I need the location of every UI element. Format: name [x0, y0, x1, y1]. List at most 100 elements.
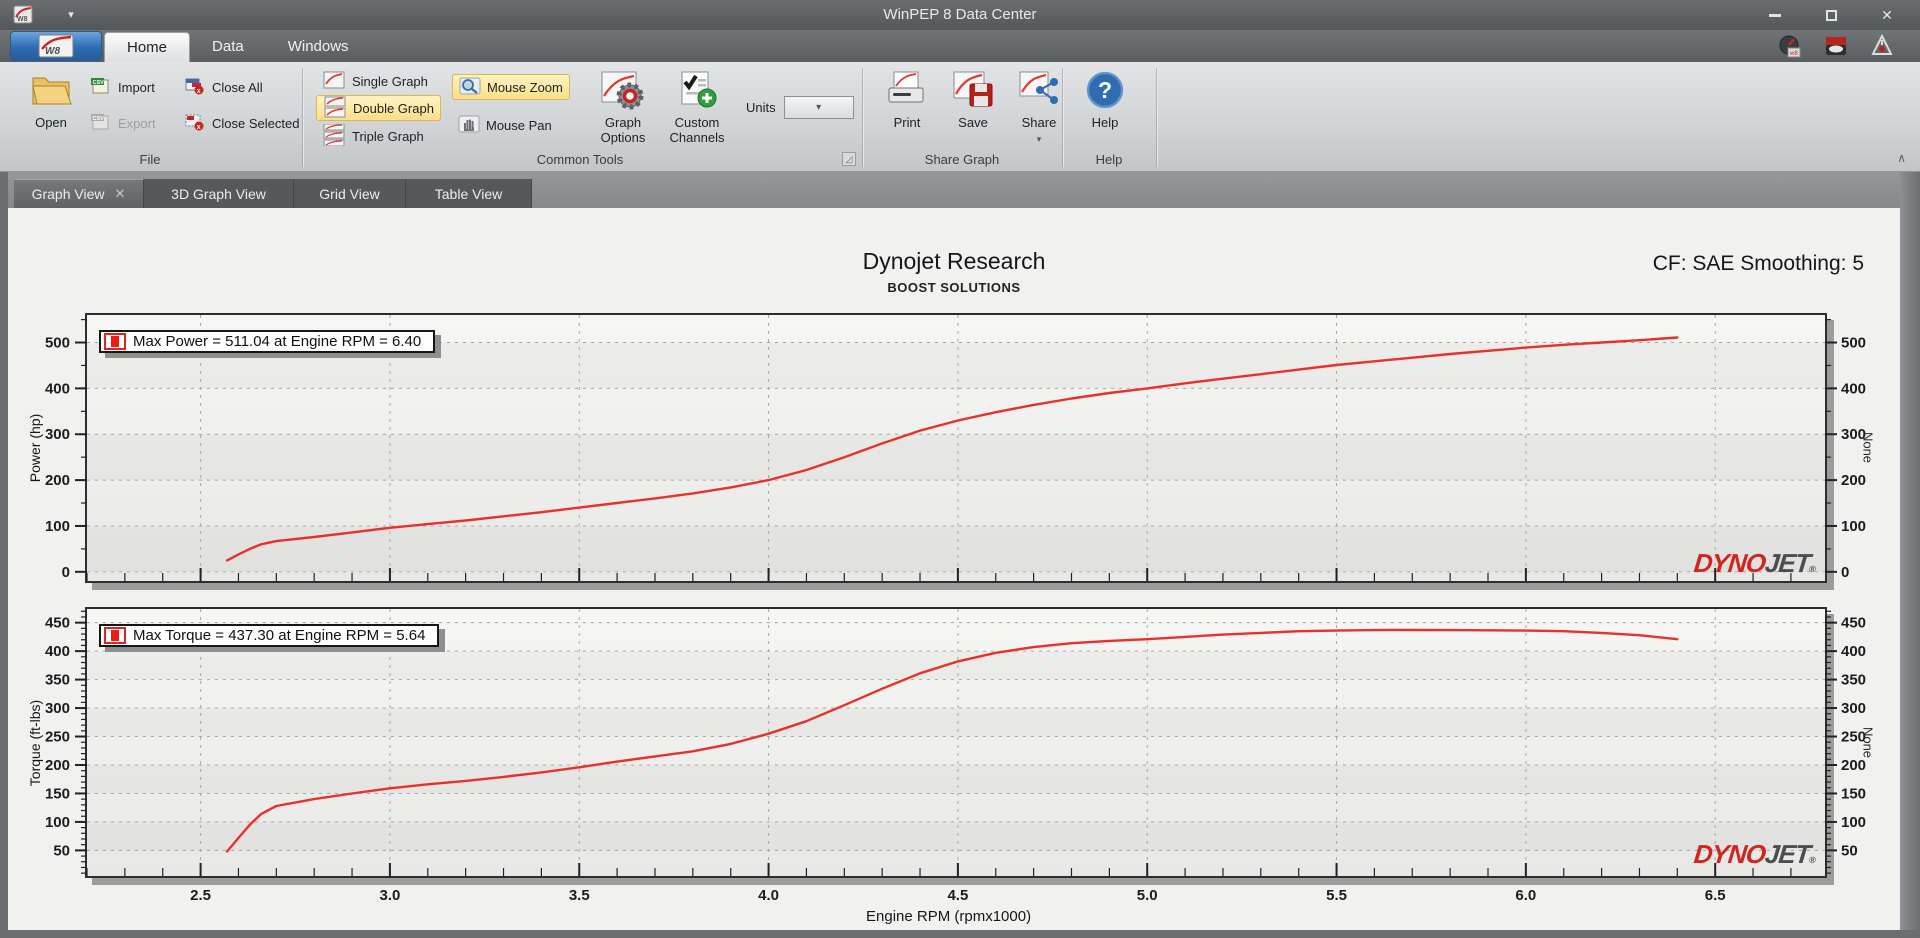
custom-channels-button[interactable]: Custom Channels: [666, 70, 728, 145]
printer-icon: [876, 70, 938, 112]
save-button[interactable]: Save: [942, 70, 1004, 130]
import-button[interactable]: CSV Import: [84, 74, 161, 100]
svg-text:x: x: [197, 124, 201, 131]
window-frame: [0, 930, 1920, 938]
torque-right-axis-title: None: [1860, 726, 1876, 759]
ribbon-collapse-icon[interactable]: ∧: [1897, 151, 1906, 165]
application-button[interactable]: W8: [10, 31, 102, 61]
y-tick-label: 300: [1841, 700, 1866, 717]
power-plot[interactable]: Max Power = 511.04 at Engine RPM = 6.40 …: [45, 313, 1866, 583]
graph-options-button[interactable]: Graph Options: [592, 70, 654, 145]
y-tick-label: 400: [1841, 643, 1866, 660]
tab-close-icon[interactable]: ✕: [115, 186, 126, 202]
y-tick-label: 0: [62, 564, 70, 581]
share-icon: [1008, 70, 1070, 112]
y-tick-label: 400: [1841, 380, 1866, 397]
power-axis-title: Power (hp): [27, 413, 43, 483]
close-selected-icon: x: [184, 112, 206, 135]
chevron-down-icon: ▾: [816, 102, 822, 113]
open-folder-icon: [20, 70, 82, 112]
triple-graph-button[interactable]: Triple Graph: [316, 123, 430, 149]
single-graph-button[interactable]: Single Graph: [316, 68, 434, 94]
dyno-title: Dynojet Research: [862, 248, 1046, 274]
power-legend: Max Power = 511.04 at Engine RPM = 6.40: [99, 330, 436, 353]
open-button[interactable]: Open: [20, 70, 82, 130]
correction-factor-label: CF: SAE Smoothing: 5: [1652, 252, 1864, 275]
share-button[interactable]: Share ▾: [1008, 70, 1070, 147]
device-icon[interactable]: [1824, 34, 1848, 58]
save-floppy-icon: [942, 70, 1004, 112]
minimize-icon: [1769, 13, 1781, 17]
svg-text:x: x: [197, 88, 201, 95]
ribbon-tab-data[interactable]: Data: [190, 32, 266, 62]
tab-graph-view[interactable]: Graph View ✕: [14, 179, 144, 208]
y-tick-label: 200: [45, 757, 70, 774]
tab-3d-graph-view[interactable]: 3D Graph View: [144, 179, 294, 208]
export-button[interactable]: CSV Export: [84, 110, 162, 136]
share-graph-group-label: Share Graph: [924, 152, 1000, 167]
view-tab-strip: Graph View ✕ 3D Graph View Grid View Tabl…: [0, 172, 1920, 208]
y-tick-label: 50: [1841, 842, 1858, 859]
x-tick-label: 4.0: [758, 887, 779, 904]
dynojet-logo: DYNOJET®: [1692, 548, 1815, 578]
y-tick-label: 300: [45, 700, 70, 717]
mouse-zoom-button[interactable]: Mouse Zoom: [452, 74, 570, 100]
tab-table-view[interactable]: Table View: [406, 179, 532, 208]
close-icon: ✕: [1881, 6, 1893, 23]
y-tick-label: 0: [1841, 564, 1849, 581]
y-tick-label: 450: [1841, 615, 1866, 632]
y-tick-label: 500: [1841, 335, 1866, 352]
ribbon-tab-home[interactable]: Home: [104, 32, 191, 62]
minimize-button[interactable]: [1760, 4, 1790, 26]
double-graph-button[interactable]: Double Graph: [316, 95, 441, 121]
import-csv-icon: CSV: [90, 76, 112, 99]
y-tick-label: 250: [45, 729, 70, 746]
graph-view-panel: Dynojet Research BOOST SOLUTIONS CF: SAE…: [8, 208, 1900, 930]
window-frame: [0, 172, 8, 938]
maximize-icon: [1825, 9, 1837, 21]
maximize-button[interactable]: [1816, 4, 1846, 26]
y-tick-label: 400: [45, 643, 70, 660]
magnifier-icon: [459, 76, 481, 99]
svg-text:?: ?: [1098, 77, 1112, 103]
export-csv-icon: CSV: [90, 112, 112, 135]
window-title: WinPEP 8 Data Center: [883, 6, 1037, 23]
mouse-pan-button[interactable]: Mouse Pan: [452, 112, 558, 138]
y-tick-label: 50: [53, 842, 70, 859]
dyno-emblem-icon[interactable]: [1870, 33, 1894, 58]
file-group-label: File: [139, 152, 161, 167]
y-tick-label: 400: [45, 380, 70, 397]
tab-grid-view[interactable]: Grid View: [294, 179, 406, 208]
svg-text:W8: W8: [45, 46, 60, 57]
share-dropdown-icon: ▾: [1036, 134, 1042, 144]
svg-text:w8: w8: [1789, 51, 1798, 57]
dialog-launcher-icon[interactable]: ◿: [842, 152, 856, 166]
x-tick-label: 3.5: [569, 887, 590, 904]
x-tick-label: 5.5: [1326, 887, 1347, 904]
ribbon-tab-windows[interactable]: Windows: [266, 32, 371, 62]
y-tick-label: 350: [1841, 672, 1866, 689]
help-button[interactable]: ? Help: [1074, 70, 1136, 130]
x-tick-label: 5.0: [1137, 887, 1158, 904]
winpep-window: W8 ▾ WinPEP 8 Data Center ✕ W8 Home Data…: [0, 0, 1920, 938]
y-tick-label: 100: [45, 518, 70, 535]
print-button[interactable]: Print: [876, 70, 938, 130]
legend-swatch-icon: [104, 333, 126, 350]
close-all-button[interactable]: x Close All: [178, 74, 269, 100]
units-combobox[interactable]: ▾: [783, 96, 854, 119]
y-tick-label: 450: [45, 615, 70, 632]
svg-text:CSV: CSV: [93, 80, 105, 86]
close-button[interactable]: ✕: [1872, 4, 1902, 26]
x-tick-label: 6.0: [1515, 887, 1536, 904]
titlebar: W8 ▾ WinPEP 8 Data Center ✕: [0, 0, 1920, 30]
torque-plot[interactable]: Max Torque = 437.30 at Engine RPM = 5.64…: [45, 607, 1866, 904]
help-icon: ?: [1074, 70, 1136, 112]
ribbon-tabs: Home Data Windows: [104, 32, 371, 62]
common-tools-group-label: Common Tools: [536, 152, 624, 167]
close-selected-button[interactable]: x Close Selected: [178, 110, 305, 136]
rpm-axis-title: Engine RPM (rpmx1000): [866, 908, 1032, 925]
y-tick-label: 150: [1841, 785, 1866, 802]
x-tick-label: 6.5: [1705, 887, 1726, 904]
legend-swatch-icon: [104, 627, 126, 644]
gauge-icon[interactable]: w8: [1778, 34, 1802, 58]
